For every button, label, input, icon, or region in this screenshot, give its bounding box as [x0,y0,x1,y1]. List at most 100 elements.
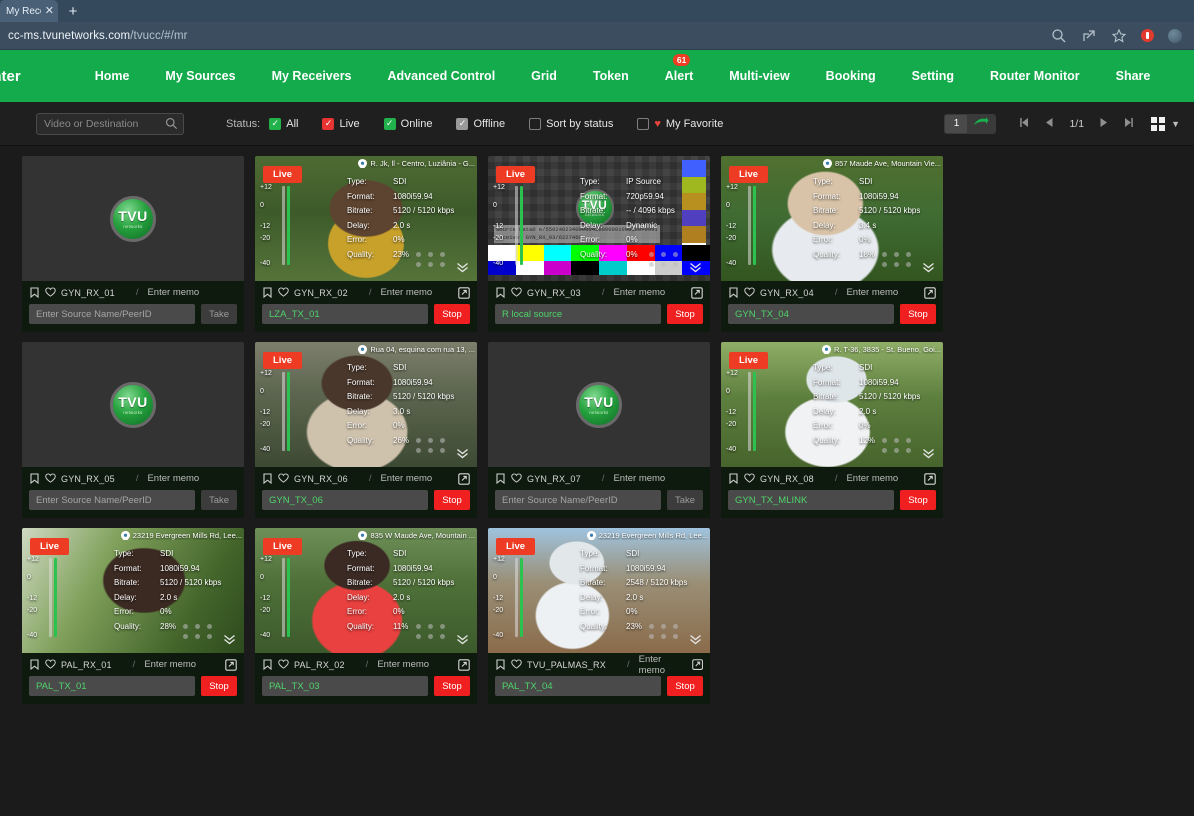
source-input[interactable] [29,490,195,510]
prev-page-button[interactable] [1037,117,1062,131]
external-link-icon[interactable] [924,472,936,485]
drag-handle[interactable] [183,624,214,639]
heart-icon[interactable] [45,287,56,298]
heart-icon[interactable] [744,287,755,298]
extension-icon[interactable] [1141,29,1154,42]
receiver-card[interactable]: TVUnetworks GYN_RX_05 / Enter memoTake [22,342,244,518]
heart-icon[interactable] [511,473,522,484]
search-icon[interactable] [1051,28,1067,44]
heart-icon[interactable] [45,473,56,484]
receiver-card[interactable]: Live Rua 04, esquina com rua 13, ... +12 0 -… [255,342,477,518]
chevron-double-down-icon[interactable] [922,262,935,275]
go-arrow-icon[interactable] [968,116,994,131]
drag-handle[interactable] [882,438,913,453]
source-input[interactable] [262,304,428,324]
drag-handle[interactable] [649,252,680,267]
receiver-card[interactable]: Live 857 Maude Ave, Mountain Vie... +12 0 -1… [721,156,943,332]
bookmark-icon[interactable] [495,287,506,299]
take-button[interactable]: Take [667,490,703,510]
search-input[interactable] [36,112,184,135]
receiver-card[interactable]: 11:50:5Source Data0 e/550240234000004200… [488,156,710,332]
bookmark-icon[interactable] [728,473,739,485]
heart-icon[interactable] [278,473,289,484]
receiver-card[interactable]: Live R. Jk, ll - Centro, Luziânia - G... +… [255,156,477,332]
grid-view-icon[interactable] [1151,116,1166,131]
nav-item-grid[interactable]: Grid [513,50,575,102]
next-page-button[interactable] [1091,117,1116,131]
nav-item-alert[interactable]: Alert 61 [647,50,711,102]
chevron-down-icon[interactable]: ▼ [1171,119,1180,129]
bookmark-star-icon[interactable] [1111,28,1127,44]
stop-button[interactable]: Stop [900,490,936,510]
memo-field[interactable]: Enter memo [380,473,432,484]
nav-item-home[interactable]: Home [77,50,148,102]
filter-sort-by-status[interactable]: Sort by status [529,117,613,130]
memo-field[interactable]: Enter memo [144,659,196,670]
external-link-icon[interactable] [458,472,470,485]
checkbox-icon[interactable]: ✓ [456,117,469,130]
source-input[interactable] [495,676,661,696]
search-icon[interactable] [165,117,178,130]
chevron-double-down-icon[interactable] [689,262,702,275]
bookmark-icon[interactable] [29,287,40,299]
chevron-double-down-icon[interactable] [689,634,702,647]
drag-handle[interactable] [416,624,447,639]
memo-field[interactable]: Enter memo [377,659,429,670]
checkbox-icon[interactable]: ✓ [269,117,282,130]
external-link-icon[interactable] [924,286,936,299]
filter-offline[interactable]: ✓ Offline [456,117,505,130]
bookmark-icon[interactable] [262,659,273,671]
memo-field[interactable]: Enter memo [639,654,687,676]
nav-item-token[interactable]: Token [575,50,647,102]
bookmark-icon[interactable] [29,659,40,671]
receiver-card[interactable]: TVUnetworks GYN_RX_07 / Enter memoTake [488,342,710,518]
profile-avatar[interactable] [1168,28,1182,43]
source-input[interactable] [495,490,661,510]
nav-item-share[interactable]: Share [1098,50,1169,102]
stop-button[interactable]: Stop [434,676,470,696]
source-input[interactable] [262,676,428,696]
checkbox-icon[interactable]: ✓ [322,117,335,130]
heart-icon[interactable] [511,287,522,298]
drag-handle[interactable] [882,252,913,267]
receiver-card[interactable]: Live R. T-36, 3835 - St. Bueno, Goi... +12… [721,342,943,518]
receiver-card[interactable]: Live 835 W Maude Ave, Mountain ... +12 0 -12… [255,528,477,704]
chevron-double-down-icon[interactable] [456,262,469,275]
stop-button[interactable]: Stop [900,304,936,324]
source-input[interactable] [29,304,195,324]
page-number-input[interactable]: 1 [945,114,968,133]
bookmark-icon[interactable] [29,473,40,485]
video-thumbnail[interactable]: TVU networks [22,156,244,281]
nav-item-my-sources[interactable]: My Sources [147,50,253,102]
source-input[interactable] [728,490,894,510]
video-thumbnail[interactable]: Live Rua 04, esquina com rua 13, ... +12 0 -… [255,342,477,467]
video-thumbnail[interactable]: Live R. T-36, 3835 - St. Bueno, Goi... +12… [721,342,943,467]
chevron-double-down-icon[interactable] [456,634,469,647]
heart-icon[interactable] [45,659,56,670]
heart-icon[interactable] [278,659,289,670]
bookmark-icon[interactable] [495,473,506,485]
video-thumbnail[interactable]: Live 23219 Evergreen Mills Rd, Lee... +12 0… [488,528,710,653]
nav-item-booking[interactable]: Booking [808,50,894,102]
nav-item-setting[interactable]: Setting [894,50,972,102]
first-page-button[interactable] [1012,117,1037,131]
checkbox-icon[interactable] [529,117,542,130]
video-thumbnail[interactable]: TVU networks [488,342,710,467]
external-link-icon[interactable] [691,286,703,299]
drag-handle[interactable] [416,252,447,267]
bookmark-icon[interactable] [262,287,273,299]
take-button[interactable]: Take [201,490,237,510]
nav-item-router-monitor[interactable]: Router Monitor [972,50,1098,102]
memo-field[interactable]: Enter memo [147,287,199,298]
heart-icon[interactable] [744,473,755,484]
video-thumbnail[interactable]: Live 835 W Maude Ave, Mountain ... +12 0 -12… [255,528,477,653]
drag-handle[interactable] [649,624,680,639]
last-page-button[interactable] [1116,117,1141,131]
receiver-card[interactable]: Live 23219 Evergreen Mills Rd, Lee... +12 0… [488,528,710,704]
video-thumbnail[interactable]: Live 23219 Evergreen Mills Rd, Lee... +12 0… [22,528,244,653]
external-link-icon[interactable] [458,658,470,671]
filter-all[interactable]: ✓ All [269,117,298,130]
stop-button[interactable]: Stop [434,304,470,324]
receiver-card[interactable]: Live 23219 Evergreen Mills Rd, Lee... +12 0… [22,528,244,704]
new-tab-button[interactable]: + [58,0,88,22]
